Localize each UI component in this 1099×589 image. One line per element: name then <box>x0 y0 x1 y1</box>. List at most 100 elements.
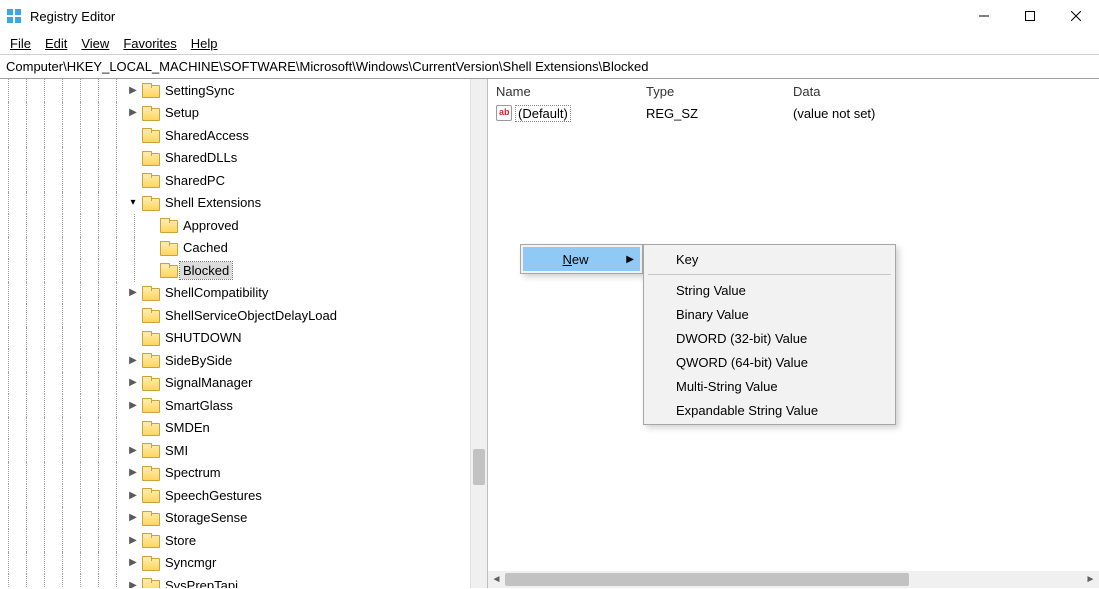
tree-item-syspreptapi[interactable]: ▶ SysPrepTapi <box>0 574 470 588</box>
tree-label[interactable]: SHUTDOWN <box>162 329 245 346</box>
tree-item-shareddlls[interactable]: SharedDLLs <box>0 147 470 170</box>
minimize-button[interactable] <box>961 0 1007 32</box>
tree-label[interactable]: SpeechGestures <box>162 487 265 504</box>
ctx-new-qword[interactable]: QWORD (64-bit) Value <box>646 350 893 374</box>
tree-item-approved[interactable]: Approved <box>0 214 470 237</box>
menu-edit[interactable]: Edit <box>39 34 73 53</box>
tree-label[interactable]: StorageSense <box>162 509 250 526</box>
expand-icon[interactable]: ▶ <box>126 557 140 568</box>
tree-label[interactable]: Spectrum <box>162 464 224 481</box>
context-menu-new[interactable]: New ▶ <box>523 247 640 271</box>
tree-label[interactable]: Blocked <box>180 262 232 279</box>
expand-icon[interactable]: ▶ <box>126 512 140 523</box>
ctx-new-multistring[interactable]: Multi-String Value <box>646 374 893 398</box>
list-header[interactable]: Name Type Data <box>488 79 1099 103</box>
list-h-scrollbar[interactable]: ◄ ► <box>488 571 1099 588</box>
collapse-icon[interactable]: ▾ <box>126 197 140 208</box>
ctx-new-binary[interactable]: Binary Value <box>646 302 893 326</box>
expand-icon[interactable]: ▶ <box>126 287 140 298</box>
tree-label[interactable]: SMI <box>162 442 191 459</box>
maximize-button[interactable] <box>1007 0 1053 32</box>
tree-item-smartglass[interactable]: ▶ SmartGlass <box>0 394 470 417</box>
tree-item-speechgestures[interactable]: ▶ SpeechGestures <box>0 484 470 507</box>
tree-item-sharedaccess[interactable]: SharedAccess <box>0 124 470 147</box>
expand-icon[interactable]: ▶ <box>126 85 140 96</box>
tree-label[interactable]: SysPrepTapi <box>162 577 241 588</box>
tree-label[interactable]: SharedPC <box>162 172 228 189</box>
tree-label[interactable]: SideBySide <box>162 352 235 369</box>
expand-icon[interactable]: ▶ <box>126 467 140 478</box>
tree-label[interactable]: SharedAccess <box>162 127 252 144</box>
registry-tree[interactable]: ▶ SettingSync ▶ Setup SharedAccess SharedDLLs… <box>0 79 470 588</box>
tree-item-setup[interactable]: ▶ Setup <box>0 102 470 125</box>
scroll-left-arrow[interactable]: ◄ <box>488 571 505 588</box>
expand-icon[interactable]: ▶ <box>126 400 140 411</box>
folder-icon <box>142 331 158 345</box>
tree-item-shellserviceobjectdelayload[interactable]: ShellServiceObjectDelayLoad <box>0 304 470 327</box>
tree-item-store[interactable]: ▶ Store <box>0 529 470 552</box>
menu-view[interactable]: View <box>75 34 115 53</box>
menu-file[interactable]: File <box>4 34 37 53</box>
column-name[interactable]: Name <box>488 81 638 102</box>
tree-label[interactable]: SMDEn <box>162 419 213 436</box>
expand-icon[interactable]: ▶ <box>126 535 140 546</box>
tree-item-signalmanager[interactable]: ▶ SignalManager <box>0 372 470 395</box>
tree-item-sharedpc[interactable]: SharedPC <box>0 169 470 192</box>
tree-item-sidebyside[interactable]: ▶ SideBySide <box>0 349 470 372</box>
tree-scrollbar[interactable] <box>470 79 487 588</box>
tree-label[interactable]: Syncmgr <box>162 554 219 571</box>
value-name[interactable]: (Default) <box>516 106 570 121</box>
tree-label[interactable]: SharedDLLs <box>162 149 240 166</box>
tree-label[interactable]: Setup <box>162 104 202 121</box>
ctx-new-string[interactable]: String Value <box>646 278 893 302</box>
ctx-new-expandstring[interactable]: Expandable String Value <box>646 398 893 422</box>
ctx-new-key[interactable]: Key <box>646 247 893 271</box>
expand-icon[interactable]: ▶ <box>126 580 140 588</box>
folder-icon <box>142 533 158 547</box>
expand-icon[interactable]: ▶ <box>126 490 140 501</box>
folder-icon <box>142 556 158 570</box>
tree-item-settingsync[interactable]: ▶ SettingSync <box>0 79 470 102</box>
menu-favorites[interactable]: Favorites <box>117 34 182 53</box>
tree-item-syncmgr[interactable]: ▶ Syncmgr <box>0 552 470 575</box>
folder-icon <box>142 196 158 210</box>
tree-label[interactable]: ShellServiceObjectDelayLoad <box>162 307 340 324</box>
menu-help[interactable]: Help <box>185 34 224 53</box>
tree-item-smden[interactable]: SMDEn <box>0 417 470 440</box>
tree-item-shutdown[interactable]: SHUTDOWN <box>0 327 470 350</box>
tree-item-blocked[interactable]: Blocked <box>0 259 470 282</box>
column-type[interactable]: Type <box>638 81 785 102</box>
scroll-right-arrow[interactable]: ► <box>1082 571 1099 588</box>
context-menu[interactable]: New ▶ <box>520 244 643 274</box>
list-row[interactable]: (Default) REG_SZ (value not set) <box>488 103 1099 123</box>
context-submenu-new[interactable]: Key String Value Binary Value DWORD (32-… <box>643 244 896 425</box>
expand-icon[interactable]: ▶ <box>126 107 140 118</box>
tree-item-smi[interactable]: ▶ SMI <box>0 439 470 462</box>
folder-icon <box>142 511 158 525</box>
tree-label[interactable]: Cached <box>180 239 231 256</box>
tree-item-storagesense[interactable]: ▶ StorageSense <box>0 507 470 530</box>
expand-icon[interactable]: ▶ <box>126 445 140 456</box>
ctx-new-dword[interactable]: DWORD (32-bit) Value <box>646 326 893 350</box>
tree-label[interactable]: Store <box>162 532 199 549</box>
folder-icon <box>160 263 176 277</box>
tree-label[interactable]: Approved <box>180 217 242 234</box>
tree-item-shell-extensions[interactable]: ▾ Shell Extensions <box>0 192 470 215</box>
close-button[interactable] <box>1053 0 1099 32</box>
tree-label[interactable]: SignalManager <box>162 374 255 391</box>
folder-icon <box>142 173 158 187</box>
folder-icon <box>142 578 158 588</box>
expand-icon[interactable]: ▶ <box>126 377 140 388</box>
tree-label[interactable]: ShellCompatibility <box>162 284 271 301</box>
window-buttons <box>961 0 1099 32</box>
column-data[interactable]: Data <box>785 81 1099 102</box>
tree-item-spectrum[interactable]: ▶ Spectrum <box>0 462 470 485</box>
main-pane: ▶ SettingSync ▶ Setup SharedAccess SharedDLLs… <box>0 79 1099 588</box>
address-bar[interactable]: Computer\HKEY_LOCAL_MACHINE\SOFTWARE\Mic… <box>0 54 1099 79</box>
tree-label[interactable]: SmartGlass <box>162 397 236 414</box>
tree-label[interactable]: SettingSync <box>162 82 237 99</box>
expand-icon[interactable]: ▶ <box>126 355 140 366</box>
tree-label[interactable]: Shell Extensions <box>162 194 264 211</box>
tree-item-shellcompatibility[interactable]: ▶ ShellCompatibility <box>0 282 470 305</box>
tree-item-cached[interactable]: Cached <box>0 237 470 260</box>
